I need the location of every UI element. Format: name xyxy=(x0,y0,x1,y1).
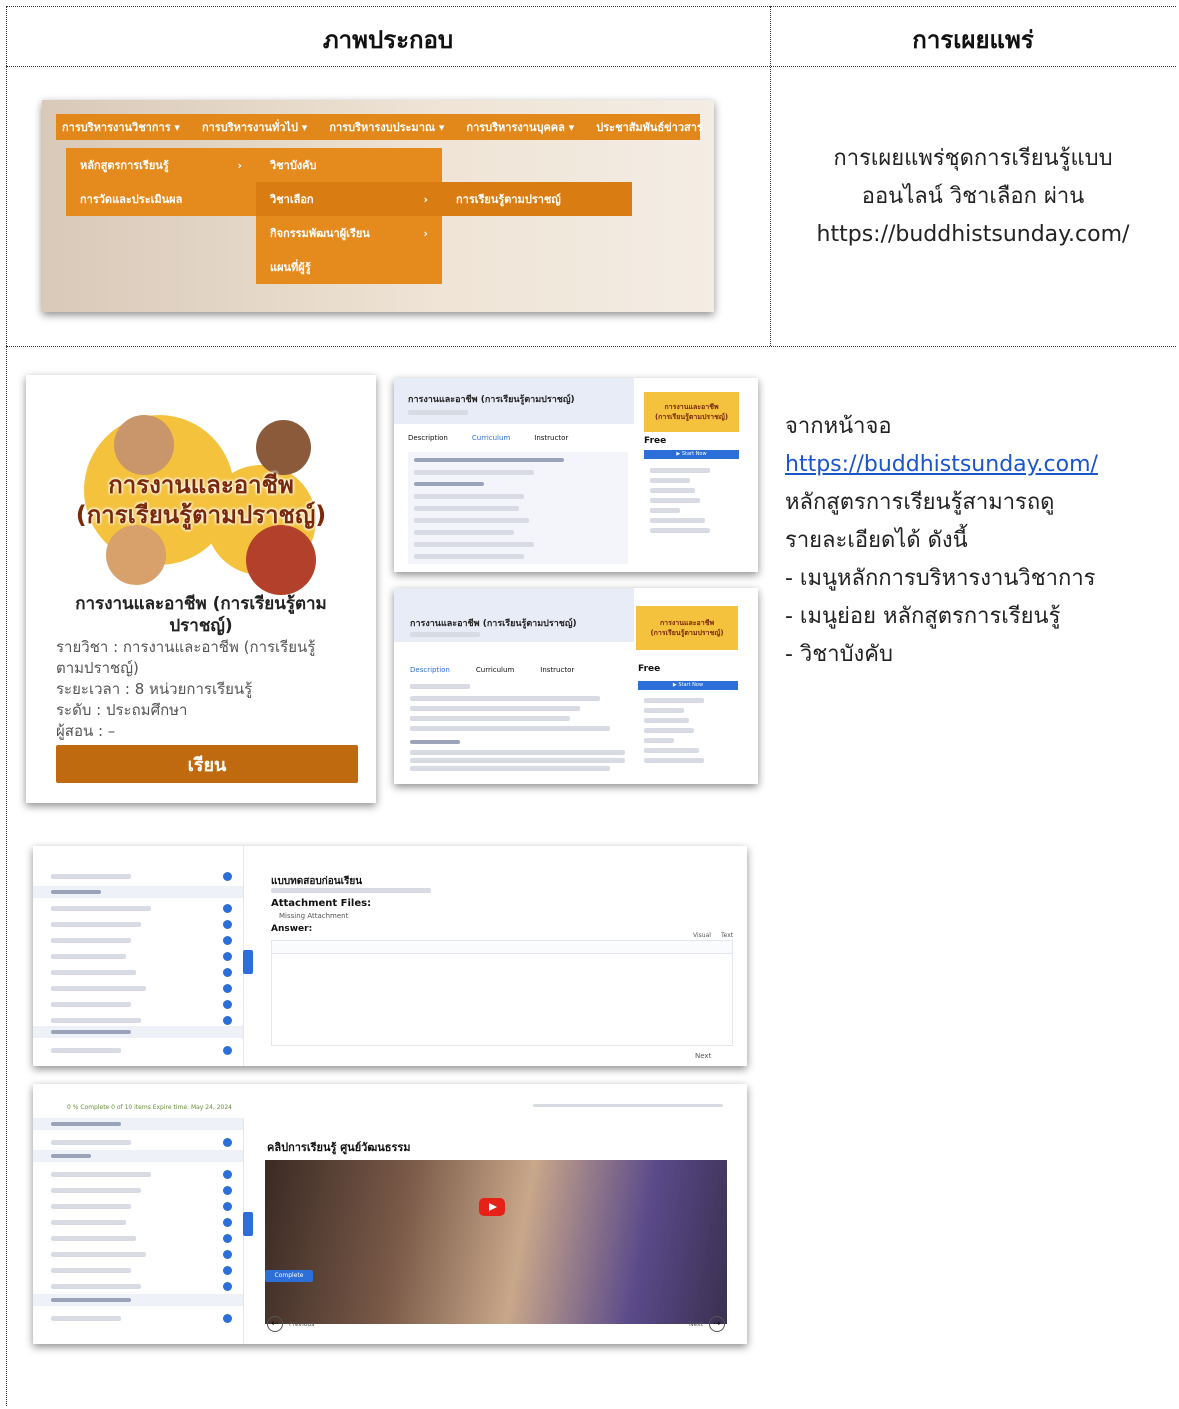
submenu-evaluation[interactable]: การวัดและประเมินผล xyxy=(66,182,256,216)
tab-description[interactable]: Description xyxy=(410,666,450,674)
course-page-title: การงานและอาชีพ (การเรียนรู้ตามปราชญ์) xyxy=(408,395,575,405)
learn-button[interactable]: เรียน xyxy=(56,745,358,783)
row2-description: จากหน้าจอ https://buddhistsunday.com/ หล… xyxy=(785,408,1170,674)
menu-item-academic[interactable]: การบริหารงานวิชาการ ▾ xyxy=(62,118,180,136)
menu-item-budget[interactable]: การบริหารงบประมาณ ▾ xyxy=(329,118,444,136)
lesson-pretest-page: แบบทดสอบก่อนเรียน Attachment Files: Miss… xyxy=(33,846,747,1066)
submenu-activity[interactable]: กิจกรรมพัฒนาผู้เรียน › xyxy=(256,216,442,250)
menu-screenshot: การบริหารงานวิชาการ ▾ การบริหารงานทั่วไป… xyxy=(42,100,714,312)
collapse-sidebar-button[interactable] xyxy=(243,1212,253,1236)
start-now-button[interactable]: ▶ Start Now xyxy=(638,681,738,690)
editor-toolbar xyxy=(272,941,732,954)
poster-figure xyxy=(114,415,174,475)
poster-title: การงานและอาชีพ (การเรียนรู้ตามปราชญ์) xyxy=(75,471,327,529)
poster-figure xyxy=(256,420,311,475)
progress-text: 0 % Complete 0 of 10 items Expire time: … xyxy=(67,1104,232,1111)
header-publication: การเผยแพร่ xyxy=(912,26,1034,54)
missing-attachment: Missing Attachment xyxy=(279,912,349,920)
arrow-right-icon: → xyxy=(708,1316,725,1332)
table-border-top xyxy=(6,6,1176,7)
tab-instructor[interactable]: Instructor xyxy=(540,666,574,674)
next-button[interactable]: Next xyxy=(695,1052,711,1060)
course-thumbnail: การงานและอาชีพ (การเรียนรู้ตามปราชญ์) xyxy=(644,392,739,432)
course-page-curriculum: การงานและอาชีพ (การเรียนรู้ตามปราชญ์) De… xyxy=(394,378,758,572)
tab-curriculum[interactable]: Curriculum xyxy=(476,666,514,674)
lesson-heading: แบบทดสอบก่อนเรียน xyxy=(271,876,363,887)
text-tab[interactable]: Text xyxy=(721,932,733,939)
header-illustration: ภาพประกอบ xyxy=(322,26,454,54)
website-link[interactable]: https://buddhistsunday.com/ xyxy=(785,446,1170,484)
submenu-required[interactable]: วิชาบังคับ xyxy=(256,148,442,182)
course-thumbnail: การงานและอาชีพ (การเรียนรู้ตามปราชญ์) xyxy=(636,606,738,650)
submenu-elective[interactable]: วิชาเลือก › xyxy=(256,182,442,216)
price-label: Free xyxy=(638,664,661,674)
course-info: รายวิชา : การงานและอาชีพ (การเรียนรู้ ตา… xyxy=(56,638,316,740)
visual-tab[interactable]: Visual xyxy=(693,932,711,939)
course-page-title: การงานและอาชีพ (การเรียนรู้ตามปราชญ์) xyxy=(410,619,577,629)
menu-item-news[interactable]: ประชาสัมพันธ์ข่าวสาร xyxy=(596,118,703,136)
video-lesson-page: 0 % Complete 0 of 10 items Expire time: … xyxy=(33,1084,747,1344)
lesson-sidebar xyxy=(33,846,244,1066)
poster-figure xyxy=(106,525,166,585)
main-menu-bar: การบริหารงานวิชาการ ▾ การบริหารงานทั่วไป… xyxy=(56,114,703,140)
table-border-header xyxy=(6,66,1176,67)
previous-button[interactable]: ← Previous xyxy=(267,1316,314,1332)
tab-description[interactable]: Description xyxy=(408,434,448,442)
chevron-right-icon: › xyxy=(423,226,428,240)
chevron-right-icon: › xyxy=(237,158,242,172)
row1-description: การเผยแพร่ชุดการเรียนรู้แบบ ออนไลน์ วิชา… xyxy=(816,146,1130,247)
chevron-right-icon: › xyxy=(423,192,428,206)
collapse-sidebar-button[interactable] xyxy=(243,950,253,974)
next-button[interactable]: Next → xyxy=(689,1316,725,1332)
table-border-left xyxy=(6,6,7,1406)
price-label: Free xyxy=(644,436,667,446)
tab-instructor[interactable]: Instructor xyxy=(534,434,568,442)
answer-label: Answer: xyxy=(271,924,313,934)
video-player[interactable] xyxy=(265,1160,727,1324)
poster-figure xyxy=(246,525,316,595)
submenu-learn-expert[interactable]: การเรียนรู้ตามปราชญ์ xyxy=(442,182,632,216)
lesson-sidebar xyxy=(33,1118,244,1344)
course-card: การงานและอาชีพ (การเรียนรู้ตามปราชญ์) กา… xyxy=(26,375,376,803)
table-border-row1 xyxy=(6,346,1176,347)
submenu-expert-map[interactable]: แผนที่ผู้รู้ xyxy=(256,250,442,284)
complete-button[interactable]: Complete xyxy=(265,1270,313,1282)
attachment-label: Attachment Files: xyxy=(271,898,372,909)
tab-curriculum[interactable]: Curriculum xyxy=(472,434,510,442)
arrow-left-icon: ← xyxy=(267,1316,283,1332)
start-now-button[interactable]: ▶ Start Now xyxy=(644,450,739,459)
course-page-description: การงานและอาชีพ (การเรียนรู้ตามปราชญ์) De… xyxy=(394,588,758,784)
course-title: การงานและอาชีพ (การเรียนรู้ตาม ปราชญ์) xyxy=(75,594,327,636)
menu-item-general[interactable]: การบริหารงานทั่วไป ▾ xyxy=(202,118,307,136)
video-heading: คลิปการเรียนรู้ ศูนย์วัฒนธรรม xyxy=(267,1141,411,1154)
submenu-curriculum[interactable]: หลักสูตรการเรียนรู้ › xyxy=(66,148,256,182)
answer-editor[interactable] xyxy=(271,940,733,1046)
menu-item-personnel[interactable]: การบริหารงานบุคคล ▾ xyxy=(466,118,574,136)
play-icon[interactable] xyxy=(479,1198,505,1216)
